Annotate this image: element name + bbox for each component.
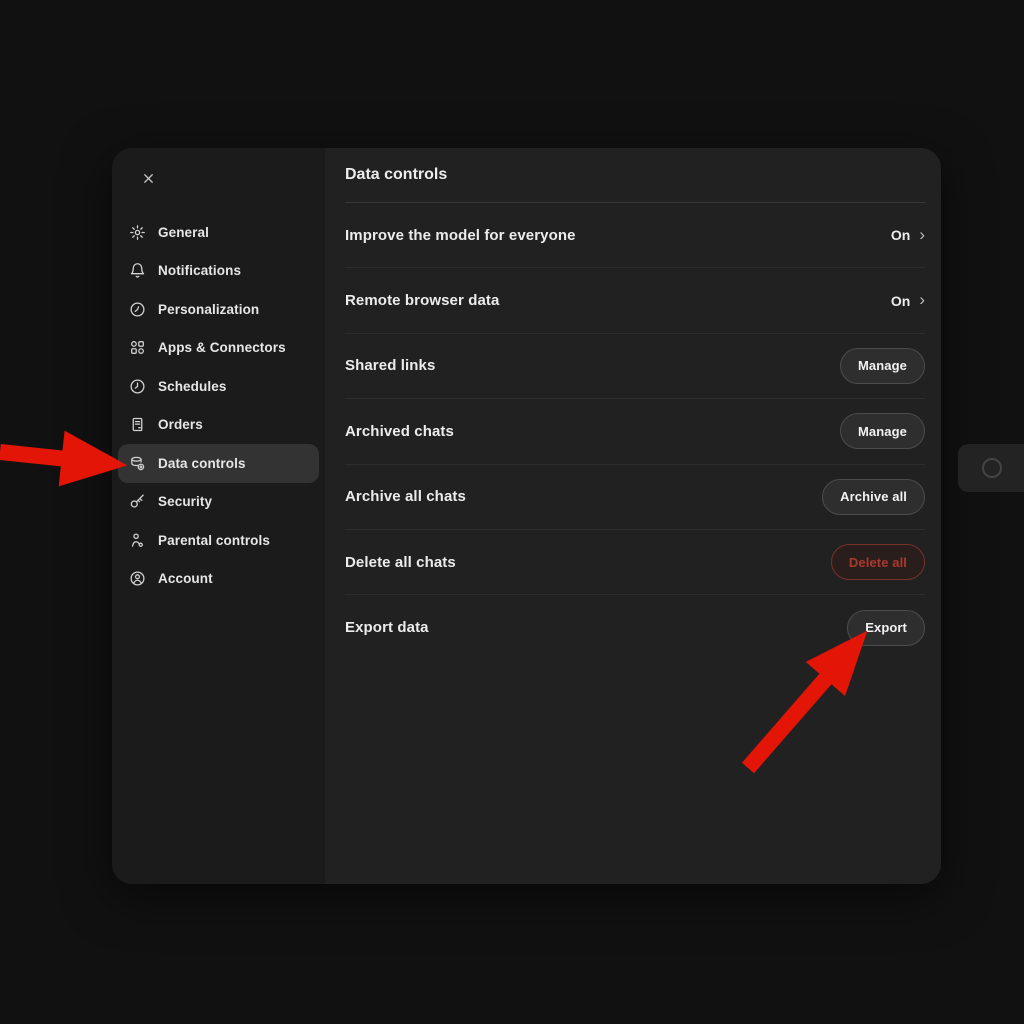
settings-row-delete-all-chats: Delete all chats Delete all (345, 530, 925, 595)
close-button[interactable] (134, 166, 162, 194)
sidebar-item-notifications[interactable]: Notifications (118, 252, 319, 291)
receipt-icon (128, 416, 146, 434)
row-value-text: On (891, 293, 910, 309)
settings-modal: General Notifications Personalization Apps … (112, 148, 941, 884)
row-label: Remote browser data (345, 292, 499, 309)
row-value-control[interactable]: On › (891, 227, 925, 244)
gear-icon (128, 223, 146, 241)
settings-sidebar: General Notifications Personalization Apps … (112, 148, 325, 884)
dial-icon (128, 300, 146, 318)
settings-row-improve-the-model-for-everyone[interactable]: Improve the model for everyone On › (345, 203, 925, 268)
settings-row-remote-browser-data[interactable]: Remote browser data On › (345, 268, 925, 333)
clock-icon (128, 377, 146, 395)
manage-button[interactable]: Manage (840, 348, 925, 384)
settings-main-panel: Data controls Improve the model for ever… (325, 148, 941, 884)
apps-grid-icon (128, 339, 146, 357)
close-icon (141, 171, 156, 189)
sidebar-item-label: Personalization (158, 302, 259, 317)
settings-nav: General Notifications Personalization Apps … (112, 213, 325, 598)
chevron-right-icon: › (919, 226, 925, 243)
account-circle-icon (128, 570, 146, 588)
sidebar-item-personalization[interactable]: Personalization (118, 290, 319, 329)
settings-row-export-data: Export data Export (345, 595, 925, 659)
sidebar-item-label: Security (158, 494, 212, 509)
export-button[interactable]: Export (847, 610, 925, 646)
page-title: Data controls (345, 166, 447, 184)
background-artifact (958, 444, 1024, 492)
row-value-text: On (891, 227, 910, 243)
sidebar-item-data-controls[interactable]: Data controls (118, 444, 319, 483)
sidebar-item-label: Data controls (158, 456, 246, 471)
sidebar-item-label: General (158, 225, 209, 240)
sidebar-item-schedules[interactable]: Schedules (118, 367, 319, 406)
sidebar-item-label: Parental controls (158, 533, 270, 548)
sidebar-item-label: Schedules (158, 379, 226, 394)
row-label: Archive all chats (345, 488, 466, 505)
sidebar-item-label: Orders (158, 417, 203, 432)
sidebar-item-general[interactable]: General (118, 213, 319, 252)
person-icon (128, 531, 146, 549)
bell-icon (128, 262, 146, 280)
sidebar-item-parental-controls[interactable]: Parental controls (118, 521, 319, 560)
database-gear-icon (128, 454, 146, 472)
archive-all-button[interactable]: Archive all (822, 479, 925, 515)
manage-button[interactable]: Manage (840, 413, 925, 449)
screen: General Notifications Personalization Apps … (0, 0, 1024, 1024)
sidebar-item-apps-connectors[interactable]: Apps & Connectors (118, 329, 319, 368)
sidebar-item-security[interactable]: Security (118, 483, 319, 522)
chevron-right-icon: › (919, 291, 925, 308)
delete-all-button[interactable]: Delete all (831, 544, 925, 580)
sidebar-item-account[interactable]: Account (118, 560, 319, 599)
sidebar-item-label: Account (158, 571, 213, 586)
row-label: Shared links (345, 357, 435, 374)
settings-row-archive-all-chats: Archive all chats Archive all (345, 465, 925, 530)
row-label: Archived chats (345, 423, 454, 440)
settings-row-archived-chats: Archived chats Manage (345, 399, 925, 464)
key-icon (128, 493, 146, 511)
settings-rows: Improve the model for everyoneOn›Remote … (345, 203, 925, 660)
sidebar-item-orders[interactable]: Orders (118, 406, 319, 445)
background-artifact-glyph (982, 458, 1002, 478)
row-label: Export data (345, 619, 429, 636)
row-value-control[interactable]: On › (891, 292, 925, 309)
sidebar-item-label: Apps & Connectors (158, 340, 286, 355)
row-label: Improve the model for everyone (345, 227, 576, 244)
sidebar-item-label: Notifications (158, 263, 241, 278)
settings-row-shared-links: Shared links Manage (345, 334, 925, 399)
panel-header: Data controls (345, 148, 925, 203)
row-label: Delete all chats (345, 554, 456, 571)
